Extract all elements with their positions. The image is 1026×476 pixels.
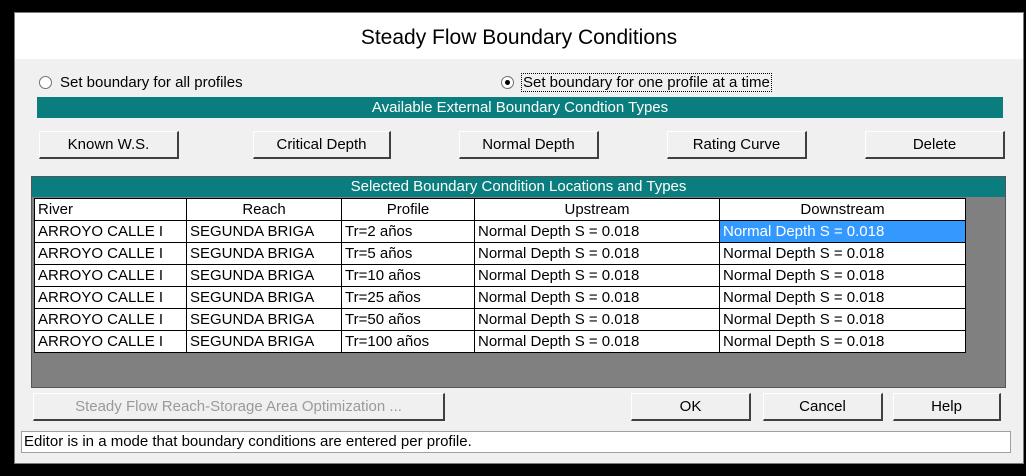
radio-one-profile-label[interactable]: Set boundary for one profile at a time bbox=[521, 72, 772, 92]
cell-reach[interactable]: SEGUNDA BRIGA bbox=[186, 308, 342, 331]
radio-one-profile-indicator[interactable] bbox=[501, 75, 514, 89]
cell-downstream[interactable]: Normal Depth S = 0.018 bbox=[719, 242, 966, 265]
cancel-button[interactable]: Cancel bbox=[763, 393, 883, 421]
column-header-reach[interactable]: Reach bbox=[186, 198, 342, 221]
table-row[interactable]: ARROYO CALLE I SEGUNDA BRIGA Tr=5 años Norm… bbox=[34, 242, 966, 265]
radio-all-profiles-label[interactable]: Set boundary for all profiles bbox=[60, 74, 243, 91]
boundary-locations-table: River Reach Profile Upstream Downstream … bbox=[34, 198, 966, 353]
cell-reach[interactable]: SEGUNDA BRIGA bbox=[186, 330, 342, 353]
critical-depth-button[interactable]: Critical Depth bbox=[253, 131, 391, 159]
cell-river[interactable]: ARROYO CALLE I bbox=[34, 286, 187, 309]
radio-all-profiles[interactable]: Set boundary for all profiles bbox=[39, 71, 243, 93]
cell-river[interactable]: ARROYO CALLE I bbox=[34, 308, 187, 331]
cell-upstream[interactable]: Normal Depth S = 0.018 bbox=[474, 286, 720, 309]
column-header-upstream[interactable]: Upstream bbox=[474, 198, 720, 221]
cell-profile[interactable]: Tr=100 años bbox=[341, 330, 475, 353]
boundary-types-header: Available External Boundary Condtion Typ… bbox=[37, 97, 1003, 118]
cell-profile[interactable]: Tr=2 años bbox=[341, 220, 475, 243]
cell-upstream[interactable]: Normal Depth S = 0.018 bbox=[474, 220, 720, 243]
boundary-locations-header: Selected Boundary Condition Locations an… bbox=[32, 177, 1005, 197]
cell-downstream[interactable]: Normal Depth S = 0.018 bbox=[719, 264, 966, 287]
cell-reach[interactable]: SEGUNDA BRIGA bbox=[186, 286, 342, 309]
reach-storage-optimization-button[interactable]: Steady Flow Reach-Storage Area Optimizat… bbox=[33, 393, 445, 421]
cell-reach[interactable]: SEGUNDA BRIGA bbox=[186, 264, 342, 287]
known-ws-button[interactable]: Known W.S. bbox=[39, 131, 179, 159]
cell-reach[interactable]: SEGUNDA BRIGA bbox=[186, 242, 342, 265]
cell-upstream[interactable]: Normal Depth S = 0.018 bbox=[474, 308, 720, 331]
status-bar: Editor is in a mode that boundary condit… bbox=[21, 431, 1011, 453]
radio-one-profile[interactable]: Set boundary for one profile at a time bbox=[501, 71, 772, 93]
table-header-row: River Reach Profile Upstream Downstream bbox=[34, 198, 966, 221]
table-row[interactable]: ARROYO CALLE I SEGUNDA BRIGA Tr=2 años Norm… bbox=[34, 220, 966, 243]
rating-curve-button[interactable]: Rating Curve bbox=[667, 131, 807, 159]
cell-river[interactable]: ARROYO CALLE I bbox=[34, 330, 187, 353]
table-row[interactable]: ARROYO CALLE I SEGUNDA BRIGA Tr=10 años Nor… bbox=[34, 264, 966, 287]
help-button[interactable]: Help bbox=[893, 393, 1001, 421]
cell-downstream[interactable]: Normal Depth S = 0.018 bbox=[719, 308, 966, 331]
dialog-title: Steady Flow Boundary Conditions bbox=[15, 13, 1023, 59]
column-header-profile[interactable]: Profile bbox=[341, 198, 475, 221]
cell-profile[interactable]: Tr=5 años bbox=[341, 242, 475, 265]
table-row[interactable]: ARROYO CALLE I SEGUNDA BRIGA Tr=50 años Nor… bbox=[34, 308, 966, 331]
cell-river[interactable]: ARROYO CALLE I bbox=[34, 242, 187, 265]
cell-river[interactable]: ARROYO CALLE I bbox=[34, 264, 187, 287]
column-header-river[interactable]: River bbox=[34, 198, 187, 221]
cell-upstream[interactable]: Normal Depth S = 0.018 bbox=[474, 242, 720, 265]
column-header-downstream[interactable]: Downstream bbox=[719, 198, 966, 221]
steady-flow-boundary-dialog: Steady Flow Boundary Conditions Set boun… bbox=[14, 12, 1024, 464]
delete-button[interactable]: Delete bbox=[865, 131, 1005, 159]
cell-river[interactable]: ARROYO CALLE I bbox=[34, 220, 187, 243]
cell-profile[interactable]: Tr=25 años bbox=[341, 286, 475, 309]
ok-button[interactable]: OK bbox=[631, 393, 751, 421]
cell-downstream[interactable]: Normal Depth S = 0.018 bbox=[719, 286, 966, 309]
cell-profile[interactable]: Tr=50 años bbox=[341, 308, 475, 331]
radio-all-profiles-indicator[interactable] bbox=[39, 75, 52, 89]
cell-upstream[interactable]: Normal Depth S = 0.018 bbox=[474, 264, 720, 287]
cell-downstream[interactable]: Normal Depth S = 0.018 bbox=[719, 220, 966, 243]
table-row[interactable]: ARROYO CALLE I SEGUNDA BRIGA Tr=100 años No… bbox=[34, 330, 966, 353]
cell-downstream[interactable]: Normal Depth S = 0.018 bbox=[719, 330, 966, 353]
table-row[interactable]: ARROYO CALLE I SEGUNDA BRIGA Tr=25 años Nor… bbox=[34, 286, 966, 309]
cell-profile[interactable]: Tr=10 años bbox=[341, 264, 475, 287]
normal-depth-button[interactable]: Normal Depth bbox=[459, 131, 599, 159]
cell-reach[interactable]: SEGUNDA BRIGA bbox=[186, 220, 342, 243]
boundary-locations-grid: Selected Boundary Condition Locations an… bbox=[31, 176, 1006, 388]
cell-upstream[interactable]: Normal Depth S = 0.018 bbox=[474, 330, 720, 353]
